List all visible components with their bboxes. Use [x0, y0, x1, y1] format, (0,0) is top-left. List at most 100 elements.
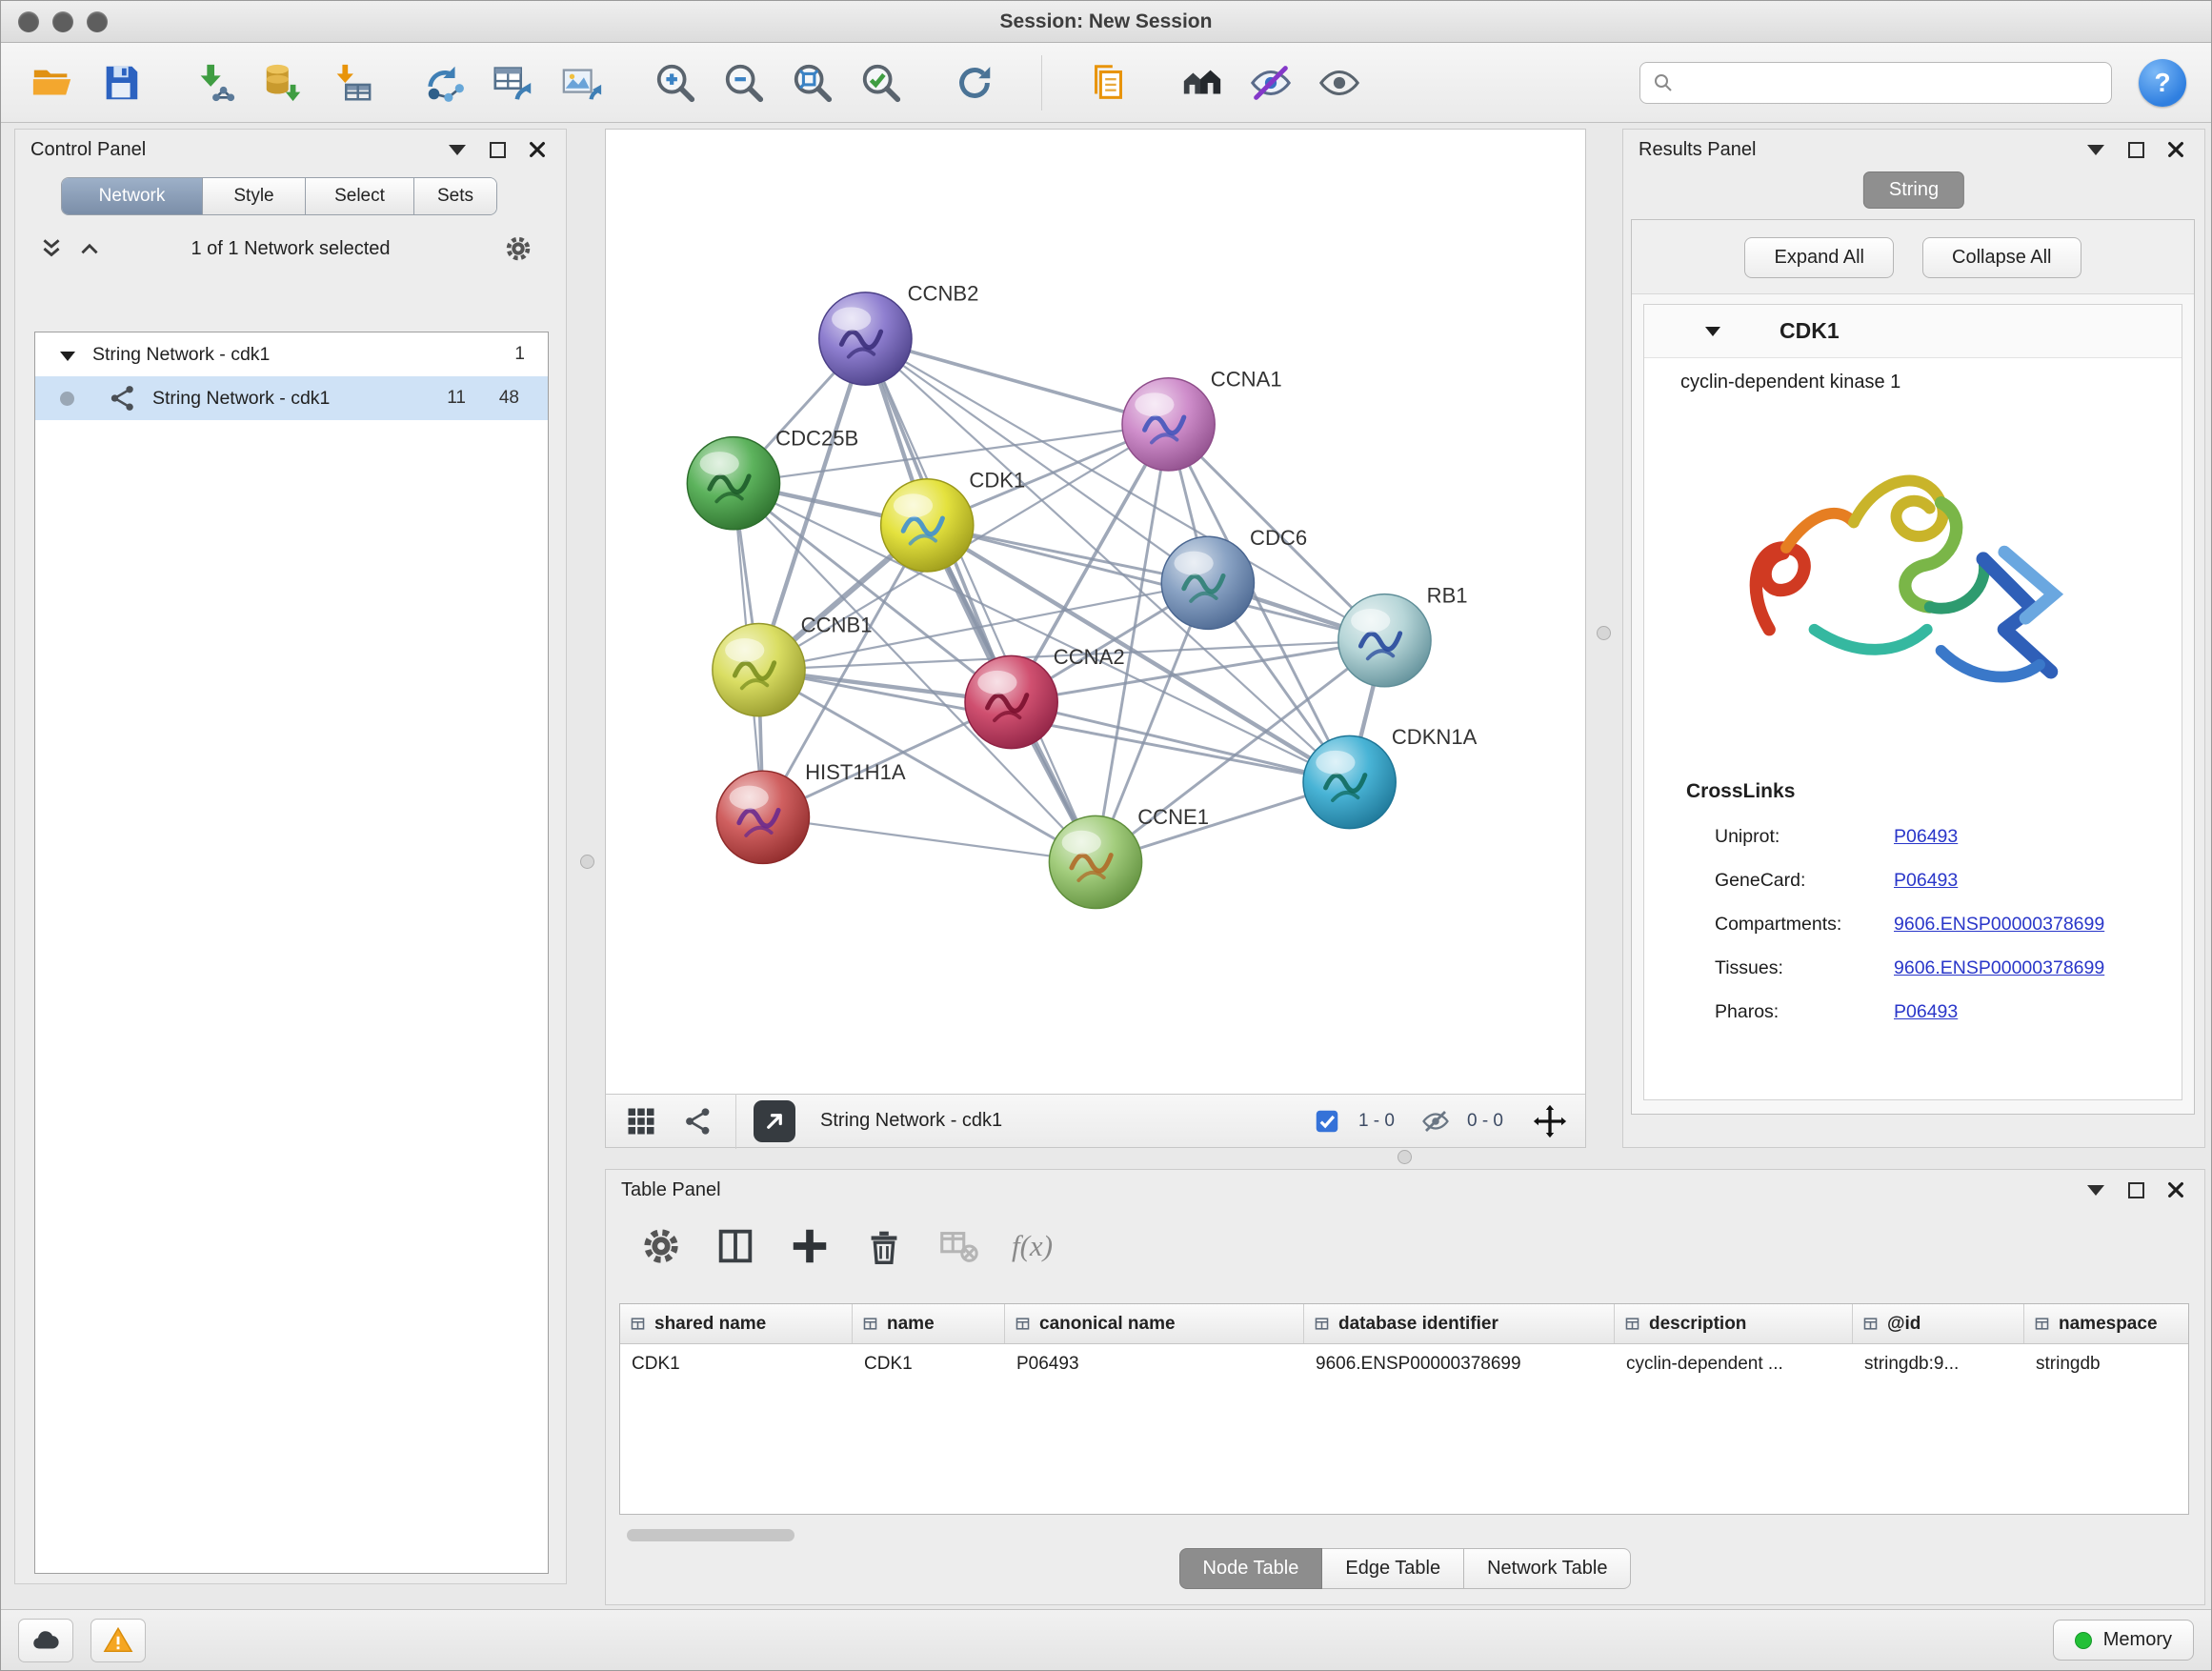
- crosslink-value-link[interactable]: P06493: [1894, 1001, 1958, 1023]
- window-close-button[interactable]: [18, 11, 39, 32]
- export-image-button[interactable]: [555, 56, 609, 110]
- new-network-from-selection-button[interactable]: [418, 56, 472, 110]
- tab-network-table[interactable]: Network Table: [1464, 1548, 1631, 1589]
- crosslink-value-link[interactable]: P06493: [1894, 826, 1958, 848]
- column-header--id[interactable]: @id: [1853, 1304, 2024, 1343]
- memory-button[interactable]: Memory: [2053, 1620, 2194, 1661]
- network-node-ccna1[interactable]: [1122, 378, 1215, 471]
- show-all-button[interactable]: [1313, 56, 1366, 110]
- column-header-namespace[interactable]: namespace: [2024, 1304, 2188, 1343]
- export-table-button[interactable]: [487, 56, 540, 110]
- import-network-file-button[interactable]: [188, 56, 241, 110]
- table-cell[interactable]: stringdb:9...: [1853, 1344, 2024, 1384]
- network-node-rb1[interactable]: [1338, 594, 1431, 687]
- open-session-button[interactable]: [26, 56, 79, 110]
- hidden-eye-slash-icon[interactable]: [1421, 1107, 1450, 1136]
- left-splitter-handle[interactable]: [580, 855, 594, 869]
- expand-all-button[interactable]: Expand All: [1744, 237, 1894, 278]
- column-header-shared-name[interactable]: shared name: [620, 1304, 853, 1343]
- collapse-all-button[interactable]: Collapse All: [1922, 237, 2081, 278]
- network-node-ccna2[interactable]: [965, 655, 1057, 748]
- network-node-cdk1[interactable]: [881, 479, 974, 572]
- tab-string[interactable]: String: [1863, 171, 1964, 209]
- results-close-button[interactable]: [2162, 136, 2189, 163]
- crosslink-value-link[interactable]: 9606.ENSP00000378699: [1894, 957, 2104, 979]
- network-node-hist1h1a[interactable]: [716, 771, 809, 863]
- panel-float-button[interactable]: [484, 136, 511, 163]
- add-column-button[interactable]: [783, 1219, 836, 1273]
- network-node-ccnb1[interactable]: [713, 624, 805, 716]
- disclosure-triangle-icon[interactable]: [60, 352, 75, 361]
- tab-select[interactable]: Select: [306, 178, 414, 214]
- tab-node-table[interactable]: Node Table: [1179, 1548, 1323, 1589]
- network-node-ccnb2[interactable]: [819, 292, 912, 385]
- hide-selected-button[interactable]: [1244, 56, 1297, 110]
- table-cell[interactable]: P06493: [1005, 1344, 1304, 1384]
- tab-sets[interactable]: Sets: [414, 178, 496, 214]
- horizontal-splitter-handle[interactable]: [1398, 1150, 1412, 1164]
- zoom-selected-button[interactable]: [855, 56, 908, 110]
- help-button[interactable]: ?: [2139, 59, 2186, 107]
- network-edge[interactable]: [1012, 702, 1350, 782]
- cloud-status-button[interactable]: [18, 1619, 73, 1662]
- network-collection-row[interactable]: String Network - cdk1 1: [35, 332, 548, 376]
- pan-mode-button[interactable]: [1530, 1101, 1570, 1141]
- disclosure-triangle-icon[interactable]: [1705, 327, 1720, 336]
- window-zoom-button[interactable]: [87, 11, 108, 32]
- network-edge[interactable]: [763, 817, 1096, 862]
- tab-network[interactable]: Network: [62, 178, 203, 214]
- zoom-out-button[interactable]: [717, 56, 771, 110]
- column-header-canonical-name[interactable]: canonical name: [1005, 1304, 1304, 1343]
- network-type-button[interactable]: [678, 1101, 718, 1141]
- panel-close-button[interactable]: [524, 136, 551, 163]
- table-cell[interactable]: CDK1: [620, 1344, 853, 1384]
- column-header-description[interactable]: description: [1615, 1304, 1853, 1343]
- table-cell[interactable]: stringdb: [2024, 1344, 2188, 1384]
- table-options-button[interactable]: [634, 1219, 688, 1273]
- refresh-view-button[interactable]: [948, 56, 1001, 110]
- network-row-selected[interactable]: String Network - cdk1 11 48: [35, 376, 548, 420]
- table-close-button[interactable]: [2162, 1177, 2189, 1203]
- table-float-button[interactable]: [2122, 1177, 2149, 1203]
- column-header-database-identifier[interactable]: database identifier: [1304, 1304, 1615, 1343]
- network-node-ccne1[interactable]: [1049, 815, 1141, 908]
- table-cell[interactable]: 9606.ENSP00000378699: [1304, 1344, 1615, 1384]
- open-in-external-button[interactable]: [754, 1100, 795, 1142]
- horizontal-scrollbar[interactable]: [627, 1529, 794, 1541]
- table-cell[interactable]: CDK1: [853, 1344, 1005, 1384]
- import-table-button[interactable]: [325, 56, 378, 110]
- table-row[interactable]: CDK1CDK1P064939606.ENSP00000378699cyclin…: [620, 1344, 2188, 1384]
- gene-card-header[interactable]: CDK1: [1644, 305, 2182, 358]
- window-minimize-button[interactable]: [52, 11, 73, 32]
- table-collapse-button[interactable]: [2082, 1177, 2109, 1203]
- zoom-fit-button[interactable]: [786, 56, 839, 110]
- network-node-cdkn1a[interactable]: [1303, 735, 1396, 828]
- crosslink-value-link[interactable]: 9606.ENSP00000378699: [1894, 914, 2104, 936]
- delete-column-button[interactable]: [857, 1219, 911, 1273]
- search-input[interactable]: [1682, 72, 2100, 93]
- selected-checkbox-icon[interactable]: [1313, 1107, 1341, 1136]
- zoom-in-button[interactable]: [649, 56, 702, 110]
- results-float-button[interactable]: [2122, 136, 2149, 163]
- table-cell[interactable]: cyclin-dependent ...: [1615, 1344, 1853, 1384]
- warnings-button[interactable]: [90, 1619, 146, 1662]
- import-network-database-button[interactable]: [256, 56, 310, 110]
- network-node-cdc25b[interactable]: [687, 437, 779, 530]
- network-analyzer-button[interactable]: [1176, 56, 1229, 110]
- delete-table-button[interactable]: [932, 1219, 985, 1273]
- network-canvas[interactable]: CCNB2CCNA1CDC25BCDK1CDC6RB1CCNB1CCNA2CDK…: [606, 130, 1585, 1094]
- save-session-button[interactable]: [94, 56, 148, 110]
- right-splitter-handle[interactable]: [1597, 626, 1611, 640]
- column-header-name[interactable]: name: [853, 1304, 1005, 1343]
- network-node-cdc6[interactable]: [1161, 536, 1254, 629]
- show-columns-button[interactable]: [709, 1219, 762, 1273]
- birds-eye-view-button[interactable]: [621, 1101, 661, 1141]
- crosslink-value-link[interactable]: P06493: [1894, 870, 1958, 892]
- network-options-button[interactable]: [499, 230, 537, 268]
- results-collapse-button[interactable]: [2082, 136, 2109, 163]
- tab-style[interactable]: Style: [203, 178, 306, 214]
- tab-edge-table[interactable]: Edge Table: [1322, 1548, 1464, 1589]
- copy-documents-button[interactable]: [1082, 56, 1136, 110]
- function-builder-button[interactable]: f(x): [1012, 1229, 1053, 1263]
- panel-collapse-button[interactable]: [444, 136, 471, 163]
